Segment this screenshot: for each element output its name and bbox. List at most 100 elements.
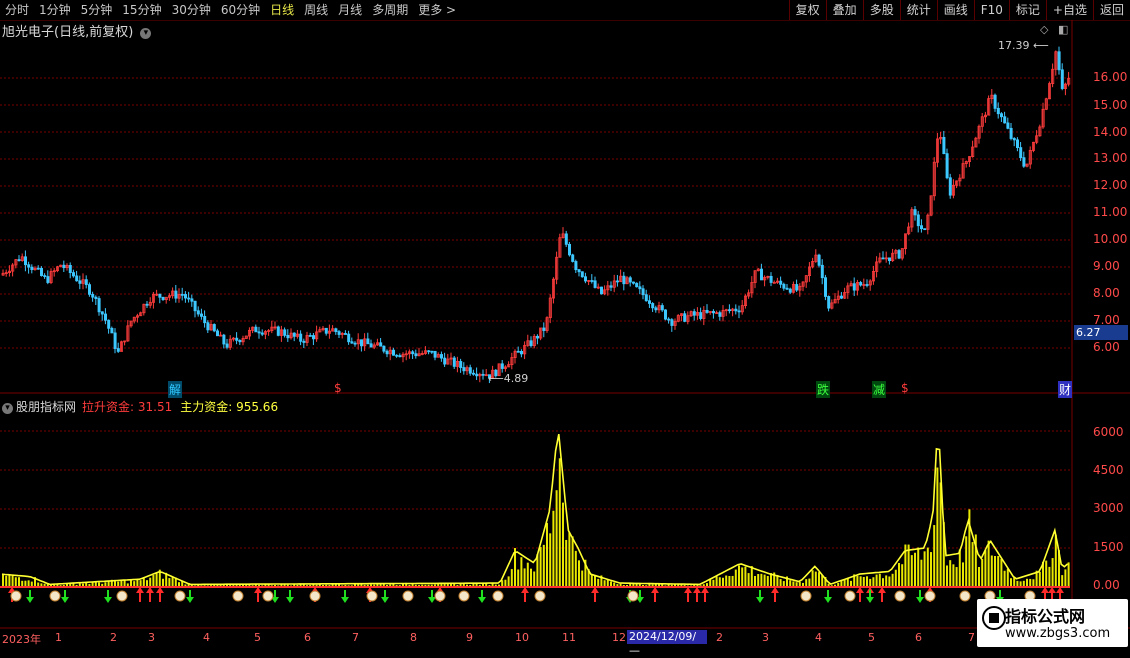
- indicator-bar: [168, 578, 171, 587]
- price-axis-label: 9.00: [1093, 259, 1120, 273]
- candle-body: [692, 311, 696, 316]
- candle-body: [628, 277, 632, 283]
- indicator-bar: [520, 557, 523, 587]
- candle-body: [359, 339, 363, 347]
- money-bag-icon: [174, 590, 186, 602]
- indicator-bar: [14, 577, 17, 587]
- candle-body: [302, 340, 306, 343]
- candle-body: [638, 286, 642, 290]
- sell-arrow: [186, 597, 194, 603]
- price-axis-label: 12.00: [1093, 178, 1128, 192]
- chevron-down-icon[interactable]: ▾: [2, 403, 13, 414]
- indicator-bar: [568, 532, 571, 587]
- sell-arrow: [286, 597, 294, 603]
- candle-body: [292, 332, 296, 337]
- indicator-bar: [1032, 579, 1035, 587]
- indicator-bar: [712, 579, 715, 587]
- candle-body: [104, 313, 108, 321]
- candle-body: [36, 267, 40, 270]
- event-marker[interactable]: $: [900, 381, 910, 395]
- indicator-bar: [504, 579, 507, 587]
- indicator-bar: [750, 566, 753, 587]
- indicator-bar: [997, 556, 1000, 587]
- candle-body: [500, 363, 504, 369]
- time-axis-label: 7: [352, 631, 359, 644]
- candle-body: [632, 281, 636, 284]
- event-marker[interactable]: 跌: [816, 381, 831, 398]
- indicator-bar: [933, 525, 936, 587]
- kline-chart[interactable]: [0, 0, 1130, 650]
- indicator-bar: [549, 533, 552, 587]
- candle-body: [43, 275, 47, 277]
- indicator-bar: [1045, 560, 1048, 587]
- candle-body: [1006, 122, 1010, 129]
- money-bag-icon: [959, 590, 971, 602]
- indicator-bar: [510, 569, 513, 587]
- candle-body: [1012, 138, 1016, 141]
- indicator-bar: [923, 551, 926, 587]
- indicator-axis-label: 3000: [1093, 501, 1124, 515]
- indicator-axis-label: 1500: [1093, 540, 1124, 554]
- candle-body: [84, 279, 88, 286]
- sell-arrow: [381, 597, 389, 603]
- candle-body: [430, 350, 434, 353]
- indicator-bar: [533, 571, 536, 587]
- sell-arrow: [341, 597, 349, 603]
- candle-body: [158, 293, 162, 298]
- indicator-bar: [11, 574, 14, 587]
- candle-body: [772, 281, 776, 284]
- event-marker[interactable]: $: [333, 381, 343, 395]
- candle-body: [88, 284, 92, 295]
- candle-body: [520, 351, 524, 355]
- event-marker[interactable]: 财: [1058, 381, 1073, 398]
- candle-body: [30, 266, 34, 271]
- indicator-bar: [517, 569, 520, 587]
- indicator-bar: [546, 522, 548, 587]
- candle-body: [881, 257, 885, 260]
- candle-body: [27, 264, 31, 268]
- candle-body: [283, 329, 287, 336]
- indicator-bar: [766, 576, 769, 587]
- candle-body: [324, 327, 328, 334]
- money-bag-icon: [924, 590, 936, 602]
- money-bag-icon: [844, 590, 856, 602]
- price-axis-label: 13.00: [1093, 151, 1128, 165]
- candle-body: [75, 275, 79, 282]
- high-price-label: 17.39 ⟵: [998, 39, 1049, 52]
- candle-body: [648, 300, 652, 304]
- candle-body: [433, 350, 437, 358]
- indicator-axis-label: 4500: [1093, 463, 1124, 477]
- indicator-bar: [718, 577, 721, 587]
- candle-body: [712, 311, 716, 314]
- money-bag-icon: [627, 590, 639, 602]
- candle-body: [385, 350, 389, 355]
- candle-body: [145, 303, 149, 306]
- current-price-tag: 6.27: [1074, 325, 1128, 340]
- price-axis-label: 6.00: [1093, 340, 1120, 354]
- candle-body: [942, 136, 946, 155]
- indicator-bar: [955, 567, 958, 587]
- candle-body: [820, 264, 824, 279]
- time-axis-label: 6: [915, 631, 922, 644]
- indicator-bar: [8, 574, 11, 587]
- event-marker[interactable]: 解: [168, 381, 183, 398]
- candle-body: [276, 326, 280, 336]
- event-marker[interactable]: 减: [872, 381, 887, 398]
- indicator-bar: [1061, 575, 1064, 587]
- indicator-bar: [120, 580, 123, 587]
- candle-body: [734, 308, 738, 312]
- indicator-bar: [1026, 578, 1028, 587]
- candle-body: [641, 288, 645, 296]
- candle-body: [568, 243, 572, 256]
- indicator-bar: [984, 550, 987, 587]
- indicator-bar: [917, 547, 920, 587]
- time-axis-label: 4: [815, 631, 822, 644]
- candle-body: [865, 284, 869, 286]
- indicator-bar: [155, 572, 158, 587]
- candle-body: [529, 340, 533, 347]
- candle-body: [788, 288, 792, 293]
- time-axis-label: 7: [968, 631, 975, 644]
- candle-body: [852, 283, 856, 291]
- candle-body: [654, 307, 658, 311]
- indicator-bar: [590, 575, 593, 587]
